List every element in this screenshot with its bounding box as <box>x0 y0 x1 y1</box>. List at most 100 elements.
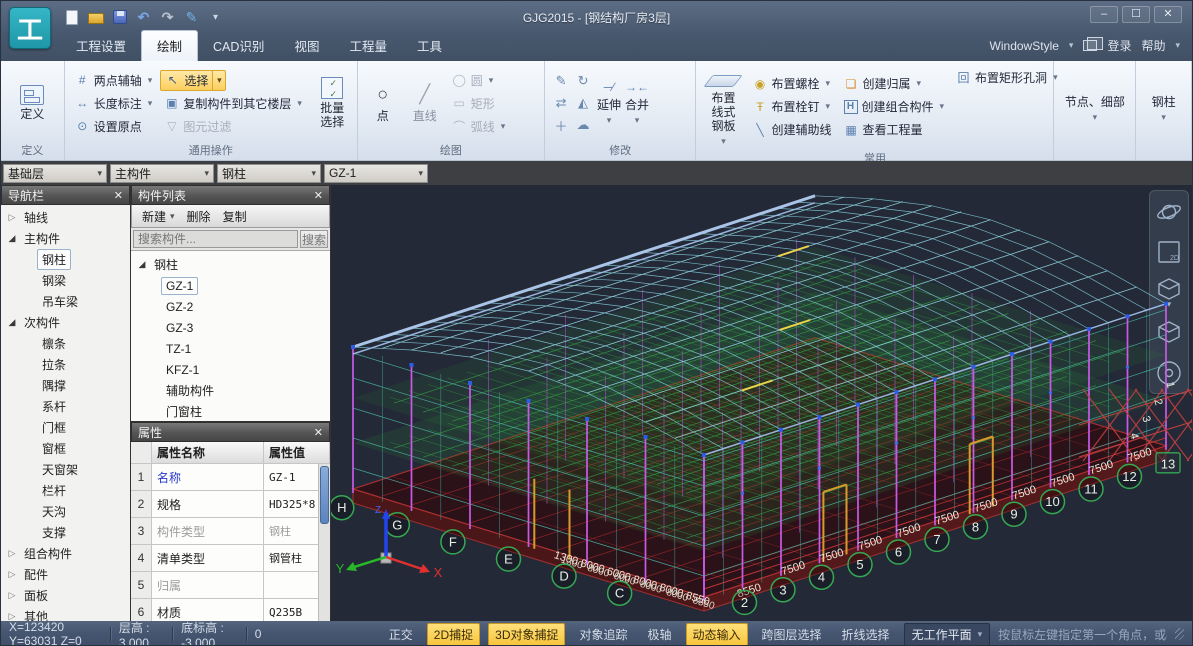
component-group-钢柱[interactable]: ◢钢柱 <box>131 254 330 275</box>
close-icon[interactable]: ✕ <box>314 189 323 202</box>
nav-item-钢柱[interactable]: 钢柱 <box>1 249 130 270</box>
status-toggle-跨图层选择[interactable]: 跨图层选择 <box>756 624 828 645</box>
steel-column-button[interactable]: 钢柱▾ <box>1152 93 1176 123</box>
select-button[interactable]: ↖ 选择 <box>160 70 213 91</box>
resize-grip[interactable] <box>1175 628 1184 640</box>
copy-component-button[interactable]: 复制 <box>223 208 247 225</box>
status-toggle-折线选择[interactable]: 折线选择 <box>836 624 896 645</box>
tab-CAD识别[interactable]: CAD识别 <box>198 31 279 61</box>
select-dropdown[interactable]: ▾ <box>212 70 226 91</box>
nav-item-配件[interactable]: ▷配件 <box>1 564 130 585</box>
cascade-windows-icon[interactable] <box>1083 40 1097 51</box>
extend-button[interactable]: ─∕ 延伸▾ <box>597 80 621 126</box>
nav-item-天窗架[interactable]: 天窗架 <box>1 459 130 480</box>
help-menu[interactable]: 帮助 <box>1141 37 1165 54</box>
component-search-input[interactable] <box>133 230 298 248</box>
place-rect-hole-button[interactable]: 回 布置矩形孔洞▾ <box>952 67 1062 88</box>
property-row-规格[interactable]: 2规格HD325*8 <box>131 491 330 518</box>
revision-cloud-icon[interactable]: ☁ <box>573 115 593 135</box>
context-combo-3[interactable]: GZ-1▾ <box>324 164 428 183</box>
view-quantity-button[interactable]: ▦ 查看工程量 <box>840 119 949 140</box>
place-stud-button[interactable]: Ŧ 布置栓钉▾ <box>748 96 835 117</box>
component-item-辅助构件[interactable]: 辅助构件 <box>131 380 330 401</box>
delete-component-button[interactable]: 删除 <box>187 208 211 225</box>
property-row-名称[interactable]: 1名称GZ-1 <box>131 464 330 491</box>
view-2d-icon[interactable]: 2D <box>1154 237 1184 267</box>
property-row-归属[interactable]: 5归属 <box>131 572 330 599</box>
property-row-清单类型[interactable]: 4清单类型钢管柱 <box>131 545 330 572</box>
nav-item-支撑[interactable]: 支撑 <box>1 522 130 543</box>
two-point-aux-axis-button[interactable]: # 两点辅轴▾ <box>71 70 157 91</box>
viewport-canvas[interactable]: 2D▾ 750075007500750075007500750075007500… <box>331 185 1193 621</box>
merge-button[interactable]: →← 合并▾ <box>625 80 649 126</box>
component-item-GZ-1[interactable]: GZ-1 <box>131 275 330 296</box>
iso-cube-icon[interactable]: ▾ <box>1154 277 1184 307</box>
context-combo-0[interactable]: 基础层▾ <box>3 164 107 183</box>
offset-icon[interactable]: ⇄ <box>551 93 571 113</box>
batch-select-button[interactable]: ✓✓ 批量选择 <box>314 75 351 132</box>
status-toggle-对象追踪[interactable]: 对象追踪 <box>573 624 633 645</box>
close-button[interactable]: ✕ <box>1154 6 1182 23</box>
chevron-down-icon[interactable]: ▾ <box>170 211 175 222</box>
nav-item-窗框[interactable]: 窗框 <box>1 438 130 459</box>
steering-wheel-icon[interactable] <box>1154 357 1184 387</box>
tab-绘制[interactable]: 绘制 <box>141 30 198 61</box>
login-button[interactable]: 登录 <box>1107 37 1131 54</box>
context-combo-1[interactable]: 主构件▾ <box>110 164 214 183</box>
nav-item-檩条[interactable]: 檩条 <box>1 333 130 354</box>
nav-item-拉条[interactable]: 拉条 <box>1 354 130 375</box>
nav-item-其他[interactable]: ▷其他 <box>1 606 130 621</box>
nav-item-组合构件[interactable]: ▷组合构件 <box>1 543 130 564</box>
length-dimension-button[interactable]: ↔ 长度标注▾ <box>71 93 157 114</box>
maximize-button[interactable]: ☐ <box>1122 6 1150 23</box>
place-linear-plate-button[interactable]: 布置线式钢板▾ <box>702 65 744 149</box>
nav-item-门框[interactable]: 门框 <box>1 417 130 438</box>
component-item-门窗柱[interactable]: 门窗柱 <box>131 401 330 421</box>
tab-工程设置[interactable]: 工程设置 <box>61 31 141 61</box>
nav-item-栏杆[interactable]: 栏杆 <box>1 480 130 501</box>
orbit-icon[interactable] <box>1154 197 1184 227</box>
nav-item-吊车梁[interactable]: 吊车梁 <box>1 291 130 312</box>
draw-point-button[interactable]: ○ 点 <box>364 81 402 126</box>
nav-item-主构件[interactable]: ◢主构件 <box>1 228 130 249</box>
minimize-button[interactable]: – <box>1090 6 1118 23</box>
context-combo-2[interactable]: 钢柱▾ <box>217 164 321 183</box>
node-detail-button[interactable]: 节点、细部▾ <box>1065 93 1125 123</box>
status-toggle-3D对象捕捉[interactable]: 3D对象捕捉 <box>488 623 565 646</box>
copy-to-other-floors-button[interactable]: ▣ 复制构件到其它楼层▾ <box>160 93 306 114</box>
status-toggle-2D捕捉[interactable]: 2D捕捉 <box>427 623 480 646</box>
component-item-TZ-1[interactable]: TZ-1 <box>131 338 330 359</box>
set-origin-button[interactable]: ⊙ 设置原点 <box>71 116 157 137</box>
window-style-menu[interactable]: WindowStyle <box>990 39 1059 53</box>
cube-icon[interactable] <box>1154 317 1184 347</box>
brush-icon[interactable]: ✎ <box>551 71 571 91</box>
define-button[interactable]: 定义 <box>14 83 50 124</box>
status-toggle-极轴[interactable]: 极轴 <box>642 624 678 645</box>
nav-item-系杆[interactable]: 系杆 <box>1 396 130 417</box>
nav-item-轴线[interactable]: ▷轴线 <box>1 207 130 228</box>
status-toggle-正交[interactable]: 正交 <box>383 624 419 645</box>
property-row-构件类型[interactable]: 3构件类型钢柱 <box>131 518 330 545</box>
place-bolt-button[interactable]: ◉ 布置螺栓▾ <box>748 73 835 94</box>
nav-item-次构件[interactable]: ◢次构件 <box>1 312 130 333</box>
create-aux-line-button[interactable]: ╲ 创建辅助线 <box>748 119 835 140</box>
rotate-icon[interactable]: ↻ <box>573 71 593 91</box>
close-icon[interactable]: ✕ <box>114 189 123 202</box>
new-component-button[interactable]: 新建 <box>142 208 166 225</box>
draw-line-button[interactable]: ╱ 直线 <box>406 81 444 126</box>
mirror-icon[interactable]: ◭ <box>573 93 593 113</box>
component-item-KFZ-1[interactable]: KFZ-1 <box>131 359 330 380</box>
properties-scrollbar[interactable] <box>318 464 330 621</box>
component-search-button[interactable]: 搜索 <box>300 230 328 248</box>
tab-视图[interactable]: 视图 <box>279 31 334 61</box>
status-toggle-动态输入[interactable]: 动态输入 <box>686 623 748 646</box>
create-ownership-button[interactable]: ❏ 创建归属▾ <box>840 73 949 94</box>
nav-item-天沟[interactable]: 天沟 <box>1 501 130 522</box>
component-item-GZ-2[interactable]: GZ-2 <box>131 296 330 317</box>
create-combined-member-button[interactable]: H 创建组合构件▾ <box>840 96 949 117</box>
tab-工具[interactable]: 工具 <box>402 31 457 61</box>
workplane-combo[interactable]: 无工作平面▾ <box>904 623 991 646</box>
close-icon[interactable]: ✕ <box>314 426 323 439</box>
component-item-GZ-3[interactable]: GZ-3 <box>131 317 330 338</box>
tab-工程量[interactable]: 工程量 <box>334 31 402 61</box>
